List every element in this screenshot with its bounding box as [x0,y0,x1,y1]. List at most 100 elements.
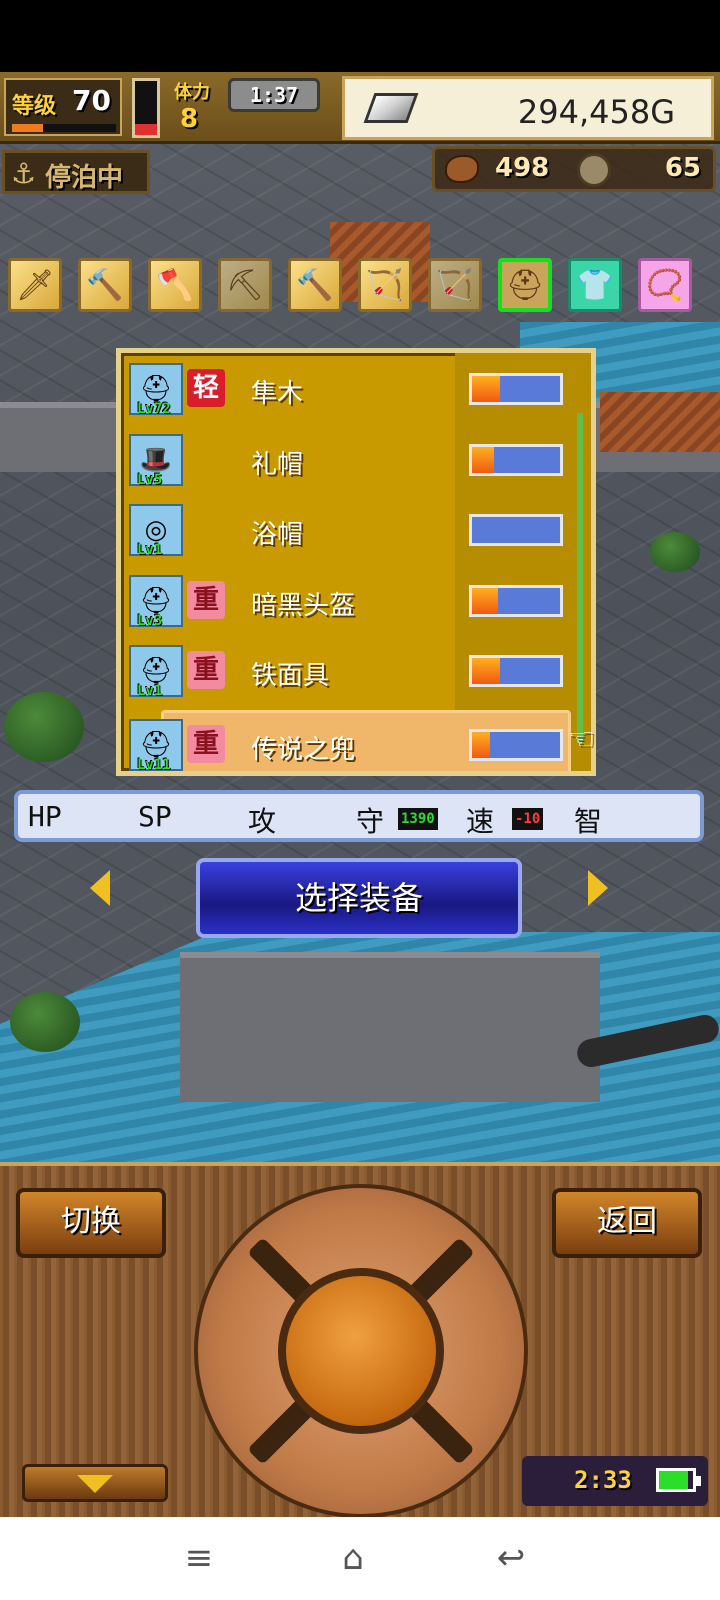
accessory-icon[interactable]: 📿 [638,258,692,312]
stat-atk: 攻 [248,805,277,838]
equipment-name: 礼帽 [251,449,304,480]
clock-panel: 2:33 [522,1456,708,1506]
bow-icon[interactable]: 🏹 [358,258,412,312]
equipment-value-bar [469,655,563,687]
weight-tag: 重 [187,580,225,619]
weight-tag: 重 [187,651,225,689]
next-arrow-button[interactable] [588,870,608,906]
top-hud: 等级 70 体力 8 1:37 294,458G [0,72,720,144]
down-arrow-icon [77,1475,113,1493]
red-meter-fill [135,124,157,135]
stat-int: 智 [574,805,603,838]
medal-value: 65 [664,153,701,183]
equipment-value-bar [469,584,563,617]
equipment-value-fill [472,658,501,684]
axe-icon[interactable]: 🪓 [148,258,202,312]
equipment-row[interactable]: ◎ Lv1 浴帽 [121,498,591,568]
equipment-value-bar [469,514,563,546]
dpad[interactable] [194,1184,528,1517]
equipment-row[interactable]: ⛑ Lv72 轻隼木 [121,357,591,427]
anchor-label: 停泊中 [45,163,124,193]
equipment-category-tabs: 🗡 🔨 🪓 ⛏ 🔨 🏹 🏹 ⛑ 👕 📿 [8,258,718,316]
clock: 2:33 [574,1466,632,1494]
equipment-level: Lv3 [137,612,163,629]
stat-spd-badge: -10 [512,808,544,830]
equipment-value-fill [472,446,494,473]
timer: 1:37 [228,78,320,112]
gold-panel: 294,458G [342,76,714,140]
equipment-value-fill [472,731,490,758]
system-nav-bar: ≡ ⌂ ↩ [0,1517,720,1600]
helmet-icon: 🎩 Lv5 [129,433,183,488]
helmet-icon[interactable]: ⛑ [498,258,552,312]
hammer-icon[interactable]: 🔨 [288,258,342,312]
home-icon[interactable]: ⌂ [330,1535,376,1581]
gold-value: 294,458G [517,93,675,131]
mace-icon[interactable]: 🔨 [78,258,132,312]
stat-def-badge: 1390 [398,808,438,830]
back-button[interactable]: 返回 [552,1188,702,1258]
food-icon [445,155,479,183]
helmet-icon: ⛑ Lv72 [129,363,183,417]
menu-icon[interactable]: ≡ [176,1535,222,1581]
select-equipment-button[interactable]: 选择装备 [196,858,522,938]
equipment-value-fill [472,587,499,614]
stat-hp: HP [28,800,62,833]
back-icon[interactable]: ↩ [488,1535,534,1581]
food-value: 498 [495,153,550,183]
crossbow-icon[interactable]: 🏹 [428,258,482,312]
helmet-icon: ⛑ Lv3 [129,574,183,629]
tree [650,532,700,572]
equipment-name: 铁面具 [251,661,330,691]
equipment-name: 传说之兜 [251,734,356,765]
spear-icon[interactable]: ⛏ [218,258,272,312]
equipment-value-bar [469,443,563,476]
red-meter [132,78,160,138]
stamina-panel: 体力 8 [168,76,228,138]
level-panel: 等级 70 [4,78,122,136]
level-label: 等级 [12,94,57,119]
battery-tip [696,1476,701,1486]
stat-def: 守 [356,805,385,838]
stats-bar: HP SP 攻 守 1390 速 -10 智 [14,790,704,842]
level-progress-bar [12,124,116,132]
house-roof [600,392,720,452]
stat-sp: SP [138,800,172,833]
weight-tag: 重 [187,724,225,763]
stat-spd: 速 [466,805,495,838]
equipment-value-bar [469,728,563,761]
equipment-name: 隼木 [251,379,304,409]
helmet-icon: ⛑ Lv1 [129,645,183,699]
equipment-level: Lv72 [137,401,171,417]
equipment-level: Lv11 [137,756,171,773]
controller-panel: 切换 返回 2:33 [0,1162,720,1517]
anchor-icon: ⚓ [11,157,37,190]
equipment-level: Lv5 [137,471,163,488]
equipment-row[interactable]: ⛑ Lv11 重传说之兜 [129,709,571,771]
switch-button[interactable]: 切换 [16,1188,166,1258]
equipment-row[interactable]: 🎩 Lv5 礼帽 [121,428,591,498]
equipment-row[interactable]: ⛑ Lv1 重铁面具 [121,639,591,709]
equipment-list[interactable]: ⛑ Lv72 轻隼木 🎩 Lv5 礼帽 ◎ Lv1 浴帽 ⛑ Lv3 重暗黑头盔 ⛑ Lv1 重铁面具 ⛑ Lv… [116,348,596,776]
helmet-icon: ⛑ Lv11 [129,718,183,773]
stamina-label: 体力 [174,82,210,103]
level-value: 70 [72,84,111,117]
prev-arrow-button[interactable] [90,870,110,906]
equipment-row[interactable]: ⛑ Lv3 重暗黑头盔 [121,569,591,639]
equipment-name: 暗黑头盔 [251,590,356,621]
level-progress-fill [12,124,44,132]
game-viewport[interactable]: 等级 70 体力 8 1:37 294,458G ⚓ 停泊中 498 65 🗡 🔨… [0,72,720,1517]
sword-icon[interactable]: 🗡 [8,258,62,312]
dpad-center-button[interactable] [278,1268,444,1434]
battery-icon [656,1468,701,1492]
tree [4,692,84,762]
weight-tag: 轻 [187,369,225,407]
equipment-name: 浴帽 [251,520,304,550]
anchor-status: ⚓ 停泊中 [2,150,150,194]
menu-down-button[interactable] [22,1464,168,1502]
silver-bar-icon [363,93,419,123]
armor-icon[interactable]: 👕 [568,258,622,312]
equipment-value-bar [469,373,563,405]
equipment-value-fill [472,376,501,402]
resource-panel: 498 65 [432,146,716,192]
